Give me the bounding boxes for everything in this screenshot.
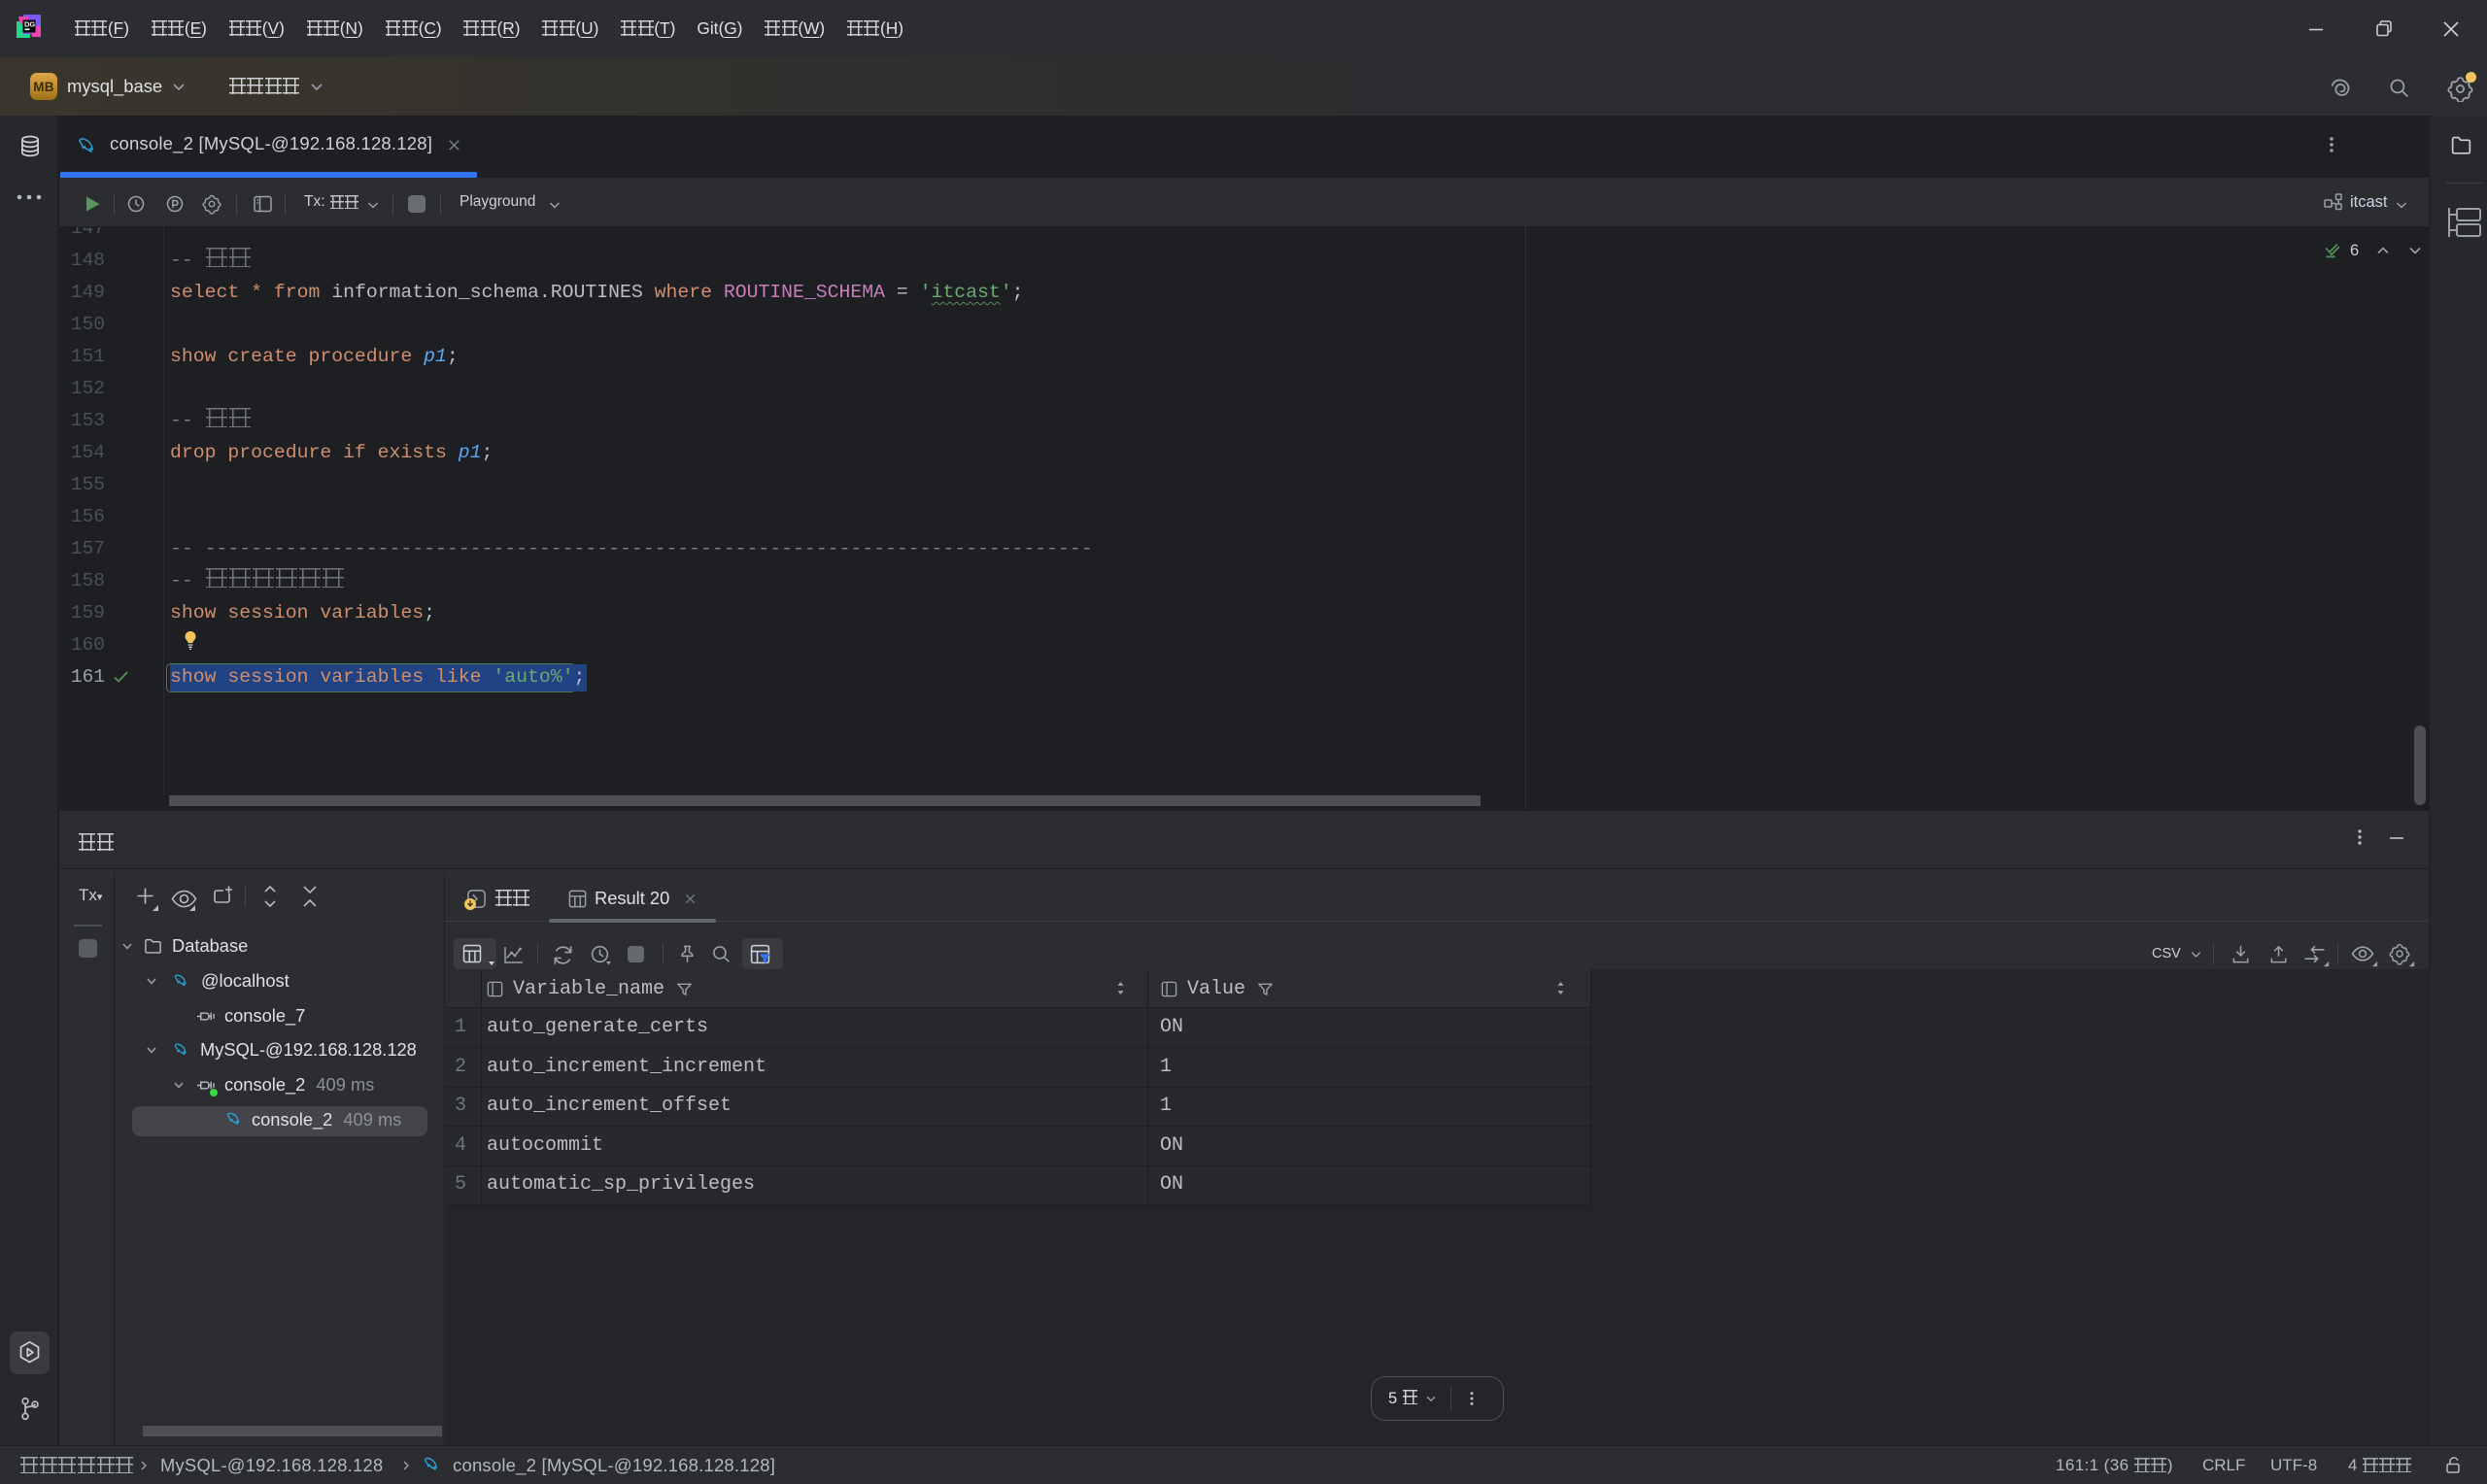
svg-text:DG: DG: [24, 20, 35, 29]
